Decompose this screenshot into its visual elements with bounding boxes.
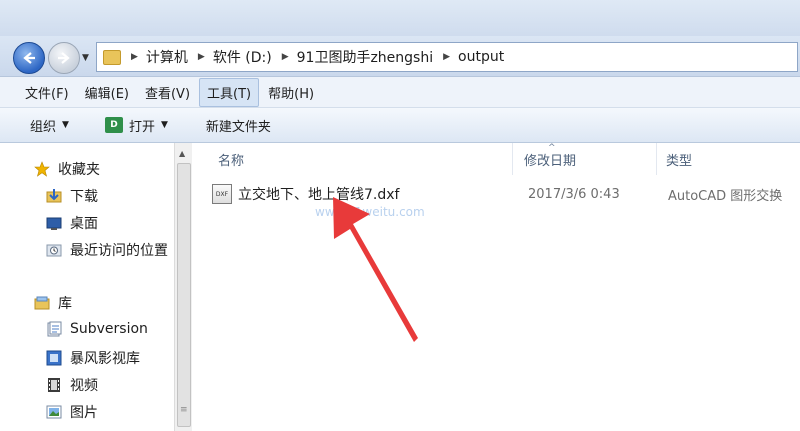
nav-label: 库	[58, 296, 72, 312]
open-label: 打开	[128, 119, 155, 135]
watermark: www.91weitu.com	[315, 205, 425, 219]
film-icon	[46, 377, 62, 393]
breadcrumb-computer[interactable]: ▶ 计算机	[121, 47, 188, 67]
menu-edit[interactable]: 编辑(E)	[78, 79, 136, 106]
file-name: 立交地下、地上管线7.dxf	[238, 187, 400, 203]
nav-label: Subversion	[70, 321, 148, 337]
menu-view[interactable]: 查看(V)	[138, 79, 197, 106]
document-library-icon	[46, 321, 62, 337]
forward-button[interactable]	[48, 42, 80, 74]
column-header-modified[interactable]: 修改日期	[524, 143, 576, 175]
menu-bar: 文件(F) 编辑(E) 查看(V) 工具(T) 帮助(H)	[0, 77, 800, 108]
library-icon	[34, 295, 50, 311]
nav-label: 收藏夹	[58, 162, 100, 178]
new-folder-label: 新建文件夹	[205, 119, 271, 135]
breadcrumb-label[interactable]: output	[458, 49, 504, 65]
recent-places-icon	[46, 242, 62, 258]
download-folder-icon	[46, 188, 62, 204]
nav-videos[interactable]: 视频	[46, 375, 98, 395]
breadcrumb-label[interactable]: 91卫图助手zhengshi	[297, 47, 433, 67]
chevron-down-icon: ▼	[160, 120, 168, 130]
nav-baofeng-library[interactable]: 暴风影视库	[46, 348, 140, 368]
command-bar: 组织 ▼ D 打开 ▼ 新建文件夹	[0, 108, 800, 143]
open-app-icon: D	[104, 117, 123, 133]
breadcrumb-label[interactable]: 软件 (D:)	[213, 47, 272, 67]
recent-pages-dropdown-icon[interactable]: ▼	[82, 53, 89, 63]
column-header-name[interactable]: 名称	[218, 143, 244, 175]
nav-label: 视频	[70, 378, 98, 394]
column-divider[interactable]	[656, 143, 657, 175]
desktop-icon	[46, 215, 62, 231]
nav-favorites[interactable]: 收藏夹	[34, 159, 100, 179]
address-bar[interactable]: ▶ 计算机 ▶ 软件 (D:) ▶ 91卫图助手zhengshi ▶ output	[96, 42, 798, 72]
chevron-right-icon[interactable]: ▶	[198, 52, 205, 62]
column-divider[interactable]	[512, 143, 513, 175]
folder-icon	[103, 49, 121, 65]
column-header-type[interactable]: 类型	[666, 143, 692, 175]
picture-icon	[46, 404, 62, 420]
breadcrumb-folder[interactable]: ▶ 91卫图助手zhengshi	[272, 47, 433, 67]
menu-tools[interactable]: 工具(T)	[199, 77, 260, 107]
file-list: ^ 名称 修改日期 类型 DXF 立交地下、地上管线7.dxf 2017/3/6…	[192, 143, 800, 431]
chevron-right-icon[interactable]: ▶	[282, 52, 289, 62]
forward-arrow-icon	[58, 52, 70, 64]
breadcrumb-drive[interactable]: ▶ 软件 (D:)	[188, 47, 272, 67]
back-button[interactable]	[13, 42, 45, 74]
nav-label: 下载	[70, 189, 98, 205]
nav-label: 图片	[70, 405, 98, 421]
chevron-right-icon[interactable]: ▶	[443, 52, 450, 62]
breadcrumb-output[interactable]: ▶ output	[433, 49, 504, 65]
nav-pictures[interactable]: 图片	[46, 402, 98, 422]
navigation-pane: 收藏夹 下载 桌面 最近访问的位置 库 Subversion 暴风影视库 视频 …	[0, 143, 174, 431]
file-modified: 2017/3/6 0:43	[528, 186, 620, 202]
nav-subversion[interactable]: Subversion	[46, 321, 148, 337]
breadcrumb-label[interactable]: 计算机	[146, 47, 188, 67]
nav-label: 桌面	[70, 216, 98, 232]
chevron-right-icon[interactable]: ▶	[131, 52, 138, 62]
new-folder-button[interactable]: 新建文件夹	[206, 116, 271, 135]
back-arrow-icon	[23, 52, 35, 64]
menu-file[interactable]: 文件(F)	[18, 79, 76, 106]
nav-downloads[interactable]: 下载	[46, 186, 98, 206]
menu-help[interactable]: 帮助(H)	[261, 79, 321, 106]
scrollbar-grip-icon: ≡	[180, 405, 188, 415]
dxf-file-icon: DXF	[212, 184, 232, 204]
media-library-icon	[46, 350, 62, 366]
nav-recent-places[interactable]: 最近访问的位置	[46, 240, 168, 260]
scroll-up-icon[interactable]: ▲	[179, 149, 185, 158]
chevron-down-icon: ▼	[62, 120, 69, 130]
file-row[interactable]: DXF 立交地下、地上管线7.dxf 2017/3/6 0:43 AutoCAD…	[212, 181, 800, 207]
open-button[interactable]: D 打开 ▼	[104, 116, 168, 135]
star-icon	[34, 161, 50, 177]
organize-label: 组织	[30, 119, 57, 135]
organize-button[interactable]: 组织 ▼	[30, 116, 69, 135]
nav-label: 最近访问的位置	[70, 243, 168, 259]
scrollbar-thumb[interactable]	[177, 163, 191, 427]
nav-desktop[interactable]: 桌面	[46, 213, 98, 233]
file-type: AutoCAD 图形交换	[668, 188, 783, 204]
nav-libraries[interactable]: 库	[34, 293, 72, 313]
window-top-band	[0, 0, 800, 36]
nav-label: 暴风影视库	[70, 351, 140, 367]
navigation-scrollbar[interactable]: ▲ ≡	[174, 143, 192, 431]
